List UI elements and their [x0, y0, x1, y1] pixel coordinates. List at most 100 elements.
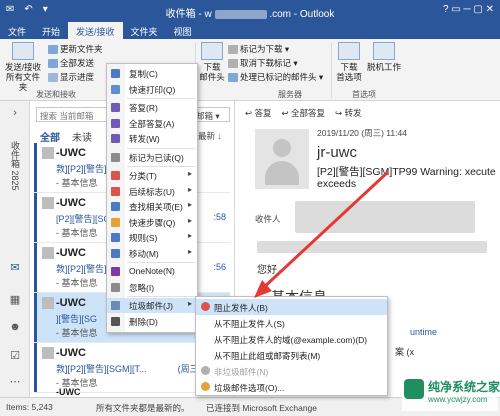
inbox-folder-label[interactable]: 收件箱 2825 — [9, 141, 22, 191]
mail-icon[interactable]: ✉ — [8, 261, 22, 274]
calendar-icon[interactable]: ▦ — [8, 293, 22, 306]
tasks-icon[interactable]: ☑ — [8, 349, 22, 362]
show-progress-icon — [48, 73, 58, 83]
context-menu-item[interactable]: 查找相关项(E) ▸ — [107, 199, 197, 214]
tab-view[interactable]: 视图 — [166, 22, 200, 39]
context-menu-item[interactable]: 全部答复(A) — [107, 116, 197, 131]
message-subject: [P2][警告][SG — [56, 214, 111, 224]
junk-submenu-item[interactable]: 从不阻止此组或邮寄列表(M) — [196, 347, 387, 363]
message-date: 2019/11/20 (周三) 11:44 — [317, 128, 407, 138]
redacted-recipients — [295, 201, 475, 233]
menu-item-label: 分类(T) — [129, 171, 157, 181]
update-folder-label: 更新文件夹 — [60, 44, 103, 54]
sender-avatar — [42, 297, 54, 309]
context-menu-item[interactable]: 分类(T) ▸ — [107, 168, 197, 183]
message-sender-name: jr-uwc — [317, 144, 357, 161]
block-sender-icon — [201, 302, 210, 311]
download-headers-button[interactable]: 下载 邮件头 — [198, 42, 226, 82]
photo-torso — [265, 161, 299, 185]
download-prefs-button[interactable]: 下载 首选项 — [334, 42, 364, 82]
send-receive-all-button[interactable]: 发送/接收 所有文件夹 — [4, 42, 42, 92]
reading-actions: ↩ 答复 ↩ 全部答复 ↪ 转发 — [245, 107, 362, 119]
menu-item-label: 忽略(I) — [129, 282, 155, 293]
submenu-arrow-icon: ▸ — [187, 246, 192, 256]
item-count: Items: 5,243 — [6, 402, 53, 412]
tab-file[interactable]: 文件 — [0, 22, 34, 39]
menu-item-icon — [111, 316, 120, 326]
tab-folder[interactable]: 文件夹 — [123, 22, 166, 39]
forward-button[interactable]: ↪ 转发 — [335, 107, 362, 119]
message-body-line: 案 (x — [395, 347, 414, 357]
submenu-arrow-icon: ▸ — [187, 184, 192, 194]
menu-item-icon — [111, 202, 120, 211]
message-subject: 敦][P2][警告][SGM][T... — [56, 364, 147, 374]
menu-item-label: 垃圾邮件(J) — [129, 301, 173, 311]
menu-item-label: 查找相关项(E) — [129, 202, 183, 212]
context-menu-item[interactable]: 复制(C) — [107, 66, 197, 81]
menu-item-icon — [111, 171, 120, 180]
message-sender: -UWC — [56, 297, 86, 309]
unmark-download-button[interactable]: 取消下载标记 ▾ — [228, 57, 298, 69]
update-folder-button[interactable]: 更新文件夹 — [48, 43, 103, 55]
ribbon: 发送/接收 所有文件夹 更新文件夹 全部发送 显示进度 发送和接收 下载 邮件头… — [0, 39, 500, 101]
message-sender: -UWC — [56, 247, 86, 259]
menu-item-icon — [111, 103, 120, 112]
window-controls[interactable]: ? ▭ ─ ▢ ✕ — [443, 4, 494, 15]
junk-submenu-item[interactable]: 从不阻止发件人(S) — [196, 315, 387, 331]
message-preview: - 基本信息 — [56, 278, 98, 288]
filter-unread-tab[interactable]: 未读 — [72, 129, 92, 144]
expand-icon[interactable]: › — [8, 107, 22, 119]
submenu-item-label: 垃圾邮件选项(O)... — [214, 383, 285, 393]
process-headers-button[interactable]: 处理已标记的邮件头 ▾ — [228, 71, 323, 83]
context-menu-item[interactable]: 快速打印(Q) — [107, 82, 197, 97]
mark-download-icon — [228, 45, 238, 55]
sort-dropdown[interactable]: 最新 ↓ — [198, 130, 222, 142]
context-menu-item[interactable]: 垃圾邮件(J) ▸ — [107, 298, 197, 313]
context-menu-item[interactable]: 移动(M) ▸ — [107, 246, 197, 261]
more-icon[interactable]: ⋯ — [8, 375, 22, 388]
sender-photo — [255, 129, 309, 189]
menu-item-icon — [111, 134, 120, 143]
mark-download-button[interactable]: 标记为下载 ▾ — [228, 43, 289, 55]
menu-item-label: 快速打印(Q) — [129, 84, 176, 95]
watermark-logo — [404, 379, 424, 399]
submenu-arrow-icon: ▸ — [187, 215, 192, 225]
junk-submenu-item[interactable]: 垃圾邮件选项(O)... — [196, 379, 387, 395]
menu-item-label: 快速步骤(Q) — [129, 217, 176, 228]
menu-item-icon — [111, 69, 120, 78]
context-menu-item[interactable]: OneNote(N) — [107, 264, 197, 279]
context-menu-item[interactable]: 转发(W) — [107, 131, 197, 146]
reply-button[interactable]: ↩ 答复 — [245, 107, 272, 119]
tab-home[interactable]: 开始 — [34, 22, 68, 39]
send-all-button[interactable]: 全部发送 — [48, 57, 94, 69]
message-body-line: untime — [410, 327, 438, 337]
submenu-item-label: 非垃圾邮件(N) — [214, 367, 269, 377]
watermark-title: 纯净系统之家 — [428, 380, 500, 394]
show-progress-button[interactable]: 显示进度 — [48, 71, 94, 83]
context-menu-item[interactable]: 答复(R) — [107, 100, 197, 115]
update-folder-icon — [48, 45, 58, 55]
submenu-arrow-icon: ▸ — [187, 169, 192, 178]
tab-send-receive[interactable]: 发送/接收 — [68, 22, 123, 39]
menu-item-label: 全部答复(A) — [129, 118, 175, 129]
context-menu-item[interactable]: 后续标志(U) ▸ — [107, 184, 197, 199]
unread-bar — [34, 143, 37, 192]
download-prefs-label: 下载 首选项 — [336, 62, 362, 82]
menu-item-label: OneNote(N) — [129, 266, 175, 276]
work-offline-button[interactable]: 脱机工作 — [366, 42, 402, 72]
filter-all-tab[interactable]: 全部 — [40, 129, 60, 144]
menu-separator — [127, 98, 195, 99]
people-icon[interactable]: ☻ — [8, 321, 22, 333]
context-menu-item[interactable]: 忽略(I) — [107, 280, 197, 295]
context-menu-item[interactable]: 删除(D) — [107, 314, 197, 329]
junk-submenu-item[interactable]: 从不阻止发件人的域(@example.com)(D) — [196, 331, 387, 347]
context-menu-item[interactable]: 快速步骤(Q) ▸ — [107, 215, 197, 230]
sync-status: 所有文件夹都是最新的。 — [96, 403, 190, 413]
junk-submenu-item[interactable]: 阻止发件人(B) — [196, 299, 387, 315]
reply-all-button[interactable]: ↩ 全部答复 — [282, 107, 326, 119]
message-greeting: 您好， — [257, 265, 287, 276]
context-menu-item[interactable]: 标记为已读(Q) — [107, 150, 197, 165]
context-menu-item[interactable]: 规则(S) ▸ — [107, 230, 197, 245]
unmark-download-icon — [228, 59, 238, 69]
menu-separator — [127, 262, 195, 263]
